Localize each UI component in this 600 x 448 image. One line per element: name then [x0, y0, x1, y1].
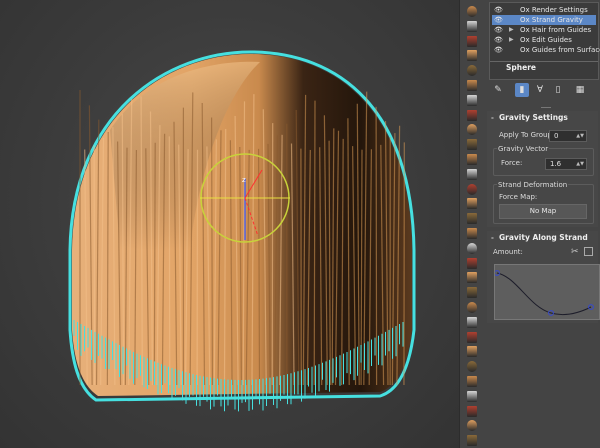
length-tool-icon[interactable]: [464, 108, 480, 123]
clump-tool-icon[interactable]: [464, 63, 480, 78]
twist-tool-icon[interactable]: [464, 122, 480, 137]
erase-tool-icon[interactable]: [464, 344, 480, 359]
lock-tool-icon[interactable]: [464, 330, 480, 345]
eye-icon[interactable]: 👁︎: [494, 25, 503, 35]
gravity-settings-header[interactable]: - Gravity Settings: [487, 111, 598, 125]
modifier-item[interactable]: 👁︎ Ox Strand Gravity: [492, 15, 596, 25]
viewport[interactable]: z: [0, 0, 459, 448]
brush-tool-icon[interactable]: [464, 167, 480, 182]
eye-icon[interactable]: 👁︎: [494, 45, 503, 55]
curl-tool-icon[interactable]: [464, 93, 480, 108]
modifier-label: Ox Edit Guides: [520, 36, 572, 44]
eye-icon[interactable]: 👁︎: [494, 15, 503, 25]
grow-tool-icon[interactable]: [464, 19, 480, 34]
modifier-label: Ox Guides from Surface: [520, 46, 600, 54]
pull-tool-icon[interactable]: [464, 152, 480, 167]
amount-curve: [496, 272, 592, 316]
rollout-title: Gravity Along Strand: [499, 233, 588, 242]
apply-to-groups-value: 0: [554, 132, 559, 140]
force-value: 1.6: [550, 160, 562, 168]
modifier-item[interactable]: 👁︎ ▶ Ox Edit Guides: [492, 35, 596, 45]
force-map-label: Force Map:: [499, 193, 538, 201]
move-tool-icon[interactable]: [464, 226, 480, 241]
modifier-item[interactable]: 👁︎ ▶ Ox Hair from Guides: [492, 25, 596, 35]
hair-tool-strip: [459, 0, 486, 448]
stamp-tool-icon[interactable]: [464, 418, 480, 433]
cut-tool-icon[interactable]: [464, 241, 480, 256]
spinner-arrows-icon[interactable]: ▲▼: [576, 131, 584, 141]
hair-sphere-render: z: [68, 50, 416, 412]
strand-deformation-label: Strand Deformation: [497, 181, 569, 189]
eye-icon[interactable]: 👁︎: [494, 35, 503, 45]
modifier-label: Ox Hair from Guides: [520, 26, 592, 34]
apply-to-groups-spinner[interactable]: 0 ▲▼: [549, 130, 587, 142]
modifier-stack: 👁︎ Ox Render Settings 👁︎ Ox Strand Gravity 👁…: [489, 2, 600, 80]
modifier-label: Ox Strand Gravity: [520, 16, 583, 24]
gravity-along-strand-header[interactable]: - Gravity Along Strand: [487, 231, 598, 245]
curve-reset-icon[interactable]: [584, 247, 593, 256]
panel-handle[interactable]: [541, 103, 551, 108]
show-end-result-icon[interactable]: ▮: [515, 83, 529, 97]
rollout-collapse-sign: -: [491, 234, 494, 242]
amount-curve-editor[interactable]: [494, 264, 600, 320]
density-tool-icon[interactable]: [464, 182, 480, 197]
frizz-tool-icon[interactable]: [464, 78, 480, 93]
scale-tool-icon[interactable]: [464, 137, 480, 152]
gizmo-z-label: z: [242, 176, 246, 184]
brush-tool-icon[interactable]: [464, 4, 480, 19]
brush-tool-icon[interactable]: [464, 300, 480, 315]
modifier-item[interactable]: 👁︎ Ox Guides from Surface: [492, 45, 600, 55]
force-label: Force:: [501, 159, 523, 167]
curve-cut-icon[interactable]: ✂: [571, 247, 581, 257]
force-spinner[interactable]: 1.6 ▲▼: [545, 158, 587, 170]
smooth-tool-icon[interactable]: [464, 270, 480, 285]
delete-tool-icon[interactable]: [464, 404, 480, 419]
force-map-button[interactable]: No Map: [499, 204, 587, 219]
gravity-vector-label: Gravity Vector: [497, 145, 550, 153]
pin-stack-icon[interactable]: ✎: [491, 83, 505, 97]
attach-tool-icon[interactable]: [464, 389, 480, 404]
rotate-tool-icon[interactable]: [464, 374, 480, 389]
expand-icon[interactable]: ▶: [509, 25, 515, 35]
comb-tool-icon[interactable]: [464, 48, 480, 63]
rollout-title: Gravity Settings: [499, 113, 568, 122]
spinner-arrows-icon[interactable]: ▲▼: [576, 159, 584, 169]
make-unique-icon[interactable]: ∀: [533, 83, 547, 97]
command-panel: 👁︎ Ox Render Settings 👁︎ Ox Strand Gravity 👁…: [485, 0, 600, 448]
eye-icon[interactable]: 👁︎: [494, 5, 503, 15]
amount-label: Amount:: [493, 248, 523, 256]
remove-modifier-icon[interactable]: ▯: [551, 83, 565, 97]
gravity-settings-rollout: - Gravity Settings Apply To Groups: 0 ▲▼…: [487, 111, 598, 227]
width-tool-icon[interactable]: [464, 285, 480, 300]
stack-divider: [490, 61, 598, 62]
object-name: Sphere: [506, 63, 536, 72]
modifier-item[interactable]: 👁︎ Ox Render Settings: [492, 5, 596, 15]
rollout-collapse-sign: -: [491, 114, 494, 122]
paint-tool-icon[interactable]: [464, 256, 480, 271]
color-tool-icon[interactable]: [464, 196, 480, 211]
pin-tool-icon[interactable]: [464, 315, 480, 330]
cut-tool-icon[interactable]: [464, 34, 480, 49]
clone-tool-icon[interactable]: [464, 433, 480, 448]
stack-button-bar: ✎ ▮ ∀ ▯ ▦: [489, 83, 597, 99]
sphere-tool-icon[interactable]: [464, 359, 480, 374]
configure-sets-icon[interactable]: ▦: [573, 83, 587, 97]
modifier-label: Ox Render Settings: [520, 6, 588, 14]
select-tool-icon[interactable]: [464, 211, 480, 226]
expand-icon[interactable]: ▶: [509, 35, 515, 45]
